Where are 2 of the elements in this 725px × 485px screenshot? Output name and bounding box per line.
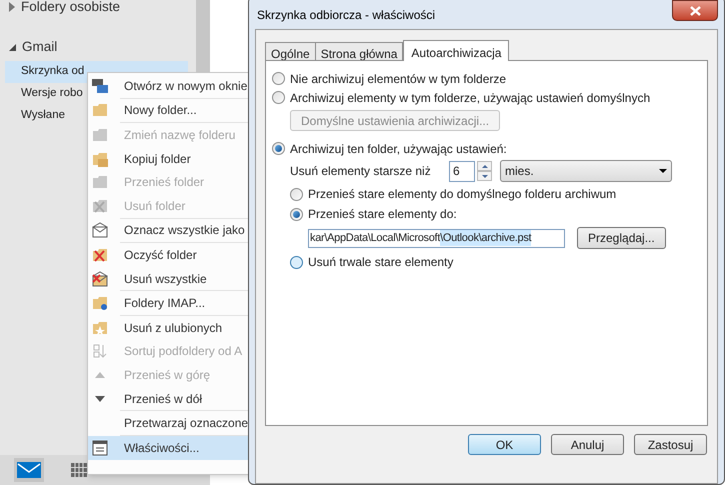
window-title: Skrzynka odbiorcza - właściwości [256, 7, 436, 24]
age-label: Usuń elementy starsze niż [290, 163, 432, 180]
